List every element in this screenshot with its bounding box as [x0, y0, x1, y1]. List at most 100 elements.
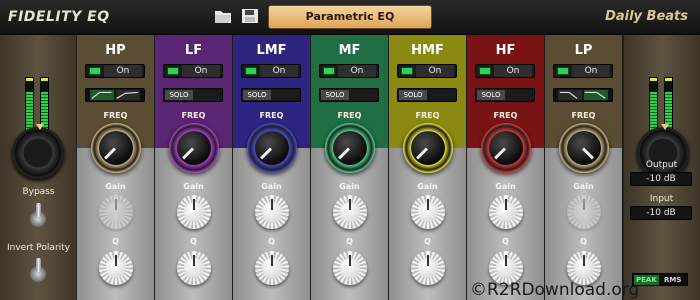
band-lp-gain-label: Gain: [573, 182, 594, 191]
band-hmf-on-button[interactable]: On: [397, 64, 457, 78]
band-lmf-freq-knob[interactable]: [247, 123, 297, 173]
band-mf-q-knob[interactable]: [333, 251, 367, 285]
band-hp-on-button[interactable]: On: [85, 64, 145, 78]
band-hmf-freq-knob[interactable]: [403, 123, 453, 173]
on-led: [401, 67, 413, 75]
band-mf-gain-label: Gain: [339, 182, 360, 191]
band-hp-q-label: Q: [112, 237, 119, 246]
band-lf-q-knob[interactable]: [177, 251, 211, 285]
knob-cap: [489, 131, 523, 165]
band-hmf-q-knob[interactable]: [411, 251, 445, 285]
band-mf: MF On SOLO FREQ Gain Q: [311, 35, 389, 300]
band-lp-on-button[interactable]: On: [553, 64, 613, 78]
band-hmf-q-label: Q: [424, 237, 431, 246]
on-label: On: [338, 65, 376, 77]
band-hf-on-button[interactable]: On: [475, 64, 535, 78]
on-led: [323, 67, 335, 75]
input-label: Input: [649, 194, 674, 204]
band-lp: LP On FREQ Gain Q: [545, 35, 623, 300]
band-hmf-gain-label: Gain: [417, 182, 438, 191]
on-label: On: [416, 65, 454, 77]
solo-label: SOLO: [243, 90, 271, 100]
on-label: On: [182, 65, 220, 77]
band-lf: LF On SOLO FREQ Gain Q: [155, 35, 233, 300]
band-hmf-gain-knob[interactable]: [411, 195, 445, 229]
band-lf-solo-button[interactable]: SOLO: [163, 88, 223, 102]
on-led: [89, 67, 101, 75]
invert-polarity-toggle[interactable]: [28, 258, 48, 284]
band-lf-gain-knob[interactable]: [177, 195, 211, 229]
bypass-toggle[interactable]: [28, 203, 48, 229]
peak-rms-toggle[interactable]: PEAK RMS: [632, 273, 688, 286]
on-led: [245, 67, 257, 75]
band-hmf-solo-button[interactable]: SOLO: [397, 88, 457, 102]
preset-selector[interactable]: Parametric EQ: [268, 5, 432, 29]
band-hp-gain-knob[interactable]: [99, 195, 133, 229]
band-hf-freq-knob[interactable]: [481, 123, 531, 173]
band-hp: HP On FREQ Gain Q: [77, 35, 155, 300]
band-lf-freq-knob[interactable]: [169, 123, 219, 173]
band-lmf: LMF On SOLO FREQ Gain Q: [233, 35, 311, 300]
band-lmf-solo-button[interactable]: SOLO: [241, 88, 301, 102]
band-mf-gain-knob[interactable]: [333, 195, 367, 229]
on-label: On: [494, 65, 532, 77]
solo-label: SOLO: [165, 90, 193, 100]
band-mf-name: MF: [338, 43, 361, 58]
band-lmf-freq-label: FREQ: [259, 111, 284, 120]
band-hp-q-knob[interactable]: [99, 251, 133, 285]
band-hf-solo-button[interactable]: SOLO: [475, 88, 535, 102]
band-lf-q-label: Q: [190, 237, 197, 246]
band-hp-gain-label: Gain: [105, 182, 126, 191]
band-hf-q-label: Q: [502, 237, 509, 246]
band-lp-q-label: Q: [580, 237, 587, 246]
band-lmf-gain-knob[interactable]: [255, 195, 289, 229]
solo-label: SOLO: [321, 90, 349, 100]
band-mf-q-label: Q: [346, 237, 353, 246]
knob-cap: [411, 131, 445, 165]
band-lf-on-button[interactable]: On: [163, 64, 223, 78]
knob-cap: [255, 131, 289, 165]
input-value[interactable]: -10 dB: [630, 206, 692, 220]
band-mf-freq-label: FREQ: [337, 111, 362, 120]
band-lp-freq-knob[interactable]: [559, 123, 609, 173]
on-led: [167, 67, 179, 75]
band-lp-gain-knob[interactable]: [567, 195, 601, 229]
solo-label: SOLO: [399, 90, 427, 100]
band-mf-on-button[interactable]: On: [319, 64, 379, 78]
output-label: Output: [645, 160, 678, 170]
open-folder-icon[interactable]: [214, 8, 232, 24]
band-lmf-q-knob[interactable]: [255, 251, 289, 285]
band-lmf-name: LMF: [256, 43, 287, 58]
band-lp-slope-selector[interactable]: [553, 88, 613, 102]
band-lmf-q-label: Q: [268, 237, 275, 246]
on-led: [557, 67, 569, 75]
save-icon[interactable]: [241, 8, 259, 24]
band-hp-slope-selector[interactable]: [85, 88, 145, 102]
band-hf: HF On SOLO FREQ Gain Q: [467, 35, 545, 300]
band-hf-gain-knob[interactable]: [489, 195, 523, 229]
band-mf-freq-knob[interactable]: [325, 123, 375, 173]
on-label: On: [104, 65, 142, 77]
rms-option[interactable]: RMS: [662, 275, 683, 285]
product-name: Daily Beats: [605, 9, 688, 24]
brand-title: FIDELITY EQ: [8, 9, 110, 25]
knob-cap: [333, 131, 367, 165]
bypass-label: Bypass: [22, 187, 55, 197]
band-hmf-freq-label: FREQ: [415, 111, 440, 120]
input-panel: Bypass Invert Polarity: [0, 35, 77, 300]
band-hp-freq-label: FREQ: [103, 111, 128, 120]
on-label: On: [260, 65, 298, 77]
band-mf-solo-button[interactable]: SOLO: [319, 88, 379, 102]
input-trim-knob[interactable]: [12, 124, 64, 179]
band-lp-name: LP: [574, 43, 593, 58]
band-lf-gain-label: Gain: [183, 182, 204, 191]
band-hmf: HMF On SOLO FREQ Gain Q: [389, 35, 467, 300]
band-lf-freq-label: FREQ: [181, 111, 206, 120]
band-hf-freq-label: FREQ: [493, 111, 518, 120]
knob-cap: [177, 131, 211, 165]
band-hp-freq-knob[interactable]: [91, 123, 141, 173]
knob-cap: [99, 131, 133, 165]
output-value[interactable]: -10 dB: [630, 172, 692, 186]
band-lmf-gain-label: Gain: [261, 182, 282, 191]
band-lmf-on-button[interactable]: On: [241, 64, 301, 78]
